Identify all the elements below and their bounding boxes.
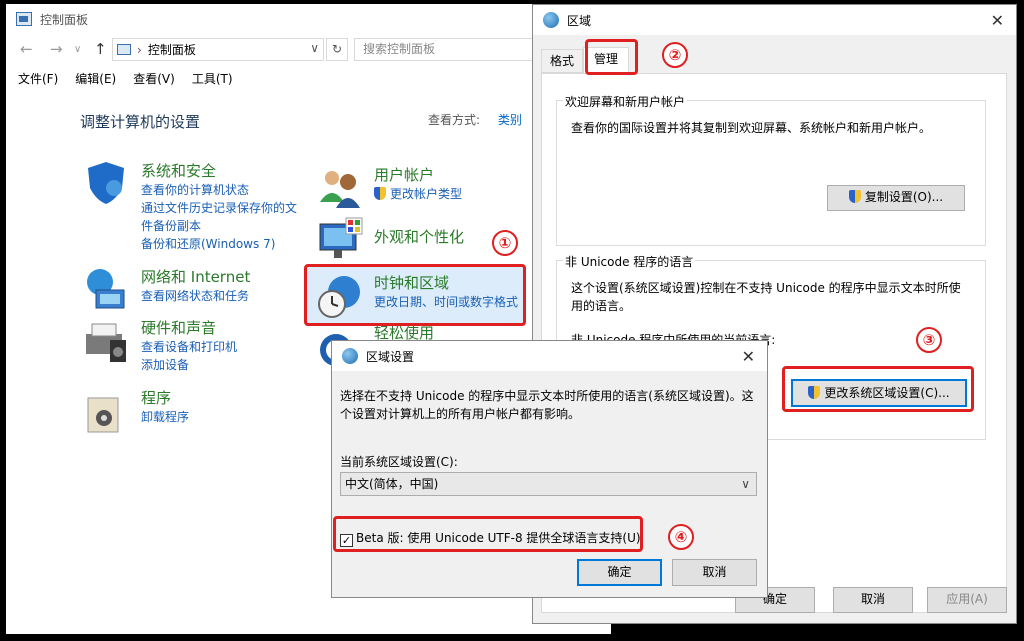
annotation-box-3	[782, 366, 974, 412]
annotation-number-4: ④	[668, 524, 694, 550]
link-add-device[interactable]: 添加设备	[141, 356, 237, 374]
address-bar: ← → ∨ ↑ › 控制面板 ∨ ↻ 搜索控制面板	[6, 36, 611, 64]
recent-dropdown-icon[interactable]: ∨	[74, 44, 81, 55]
menu-edit[interactable]: 编辑(E)	[75, 70, 116, 87]
shield-icon	[82, 158, 130, 206]
printer-icon	[82, 318, 130, 366]
view-by-dropdown[interactable]: 类别	[498, 113, 522, 127]
menu-file[interactable]: 文件(F)	[18, 70, 58, 87]
link-file-history-cont[interactable]: 件备份副本	[141, 217, 297, 235]
chevron-down-icon: ∨	[741, 477, 750, 491]
link-computer-status[interactable]: 查看你的计算机状态	[141, 181, 297, 199]
annotation-box-1	[304, 264, 526, 326]
category-appearance: 外观和个性化	[374, 226, 464, 247]
non-unicode-text: 这个设置(系统区域设置)控制在不支持 Unicode 的程序中显示文本时所使用的…	[571, 281, 961, 313]
control-panel-title: 控制面板	[40, 12, 89, 27]
annotation-box-4	[333, 516, 643, 552]
annotation-number-1: ①	[492, 230, 518, 256]
menu-bar: 文件(F) 编辑(E) 查看(V) 工具(T)	[18, 70, 233, 87]
region-apply-button[interactable]: 应用(A)	[927, 587, 1007, 613]
globe-icon	[342, 348, 358, 364]
link-network-status[interactable]: 查看网络状态和任务	[141, 287, 250, 305]
region-settings-title: 区域设置	[366, 349, 415, 364]
region-settings-ok-button[interactable]: 确定	[577, 559, 662, 586]
welcome-text: 查看你的国际设置并将其复制到欢迎屏幕、系统帐户和新用户帐户。	[571, 121, 932, 135]
region-settings-titlebar: 区域设置 ✕	[332, 341, 767, 371]
category-system-security: 系统和安全 查看你的计算机状态 通过文件历史记录保存你的文 件备份副本 备份和还…	[141, 160, 297, 253]
up-arrow-icon[interactable]: ↑	[94, 40, 107, 58]
link-devices-printers[interactable]: 查看设备和打印机	[141, 338, 237, 356]
current-locale-label: 当前系统区域设置(C):	[340, 455, 458, 469]
locale-select[interactable]: 中文(简体，中国) ∨	[340, 472, 757, 496]
users-icon	[316, 164, 364, 212]
appearance-icon	[316, 216, 364, 264]
close-icon[interactable]: ✕	[742, 347, 755, 366]
view-by-label: 查看方式:	[428, 113, 481, 127]
globe-icon	[543, 12, 559, 28]
refresh-icon[interactable]: ↻	[326, 38, 348, 61]
menu-view[interactable]: 查看(V)	[133, 70, 175, 87]
tab-formats[interactable]: 格式	[541, 49, 584, 73]
category-title[interactable]: 外观和个性化	[374, 226, 464, 247]
region-titlebar: 区域 ✕	[533, 5, 1016, 35]
category-programs: 程序 卸载程序	[141, 387, 189, 426]
link-change-account-type[interactable]: 更改帐户类型	[374, 185, 462, 203]
control-panel-titlebar: 控制面板	[6, 4, 611, 34]
page-title: 调整计算机的设置	[80, 113, 201, 131]
region-cancel-button[interactable]: 取消	[833, 587, 913, 613]
annotation-box-2	[585, 39, 638, 75]
category-title[interactable]: 程序	[141, 387, 189, 408]
category-title[interactable]: 系统和安全	[141, 160, 297, 181]
region-settings-dialog: 区域设置 ✕ 选择在不支持 Unicode 的程序中显示文本时所使用的语言(系统…	[331, 340, 768, 598]
category-network: 网络和 Internet 查看网络状态和任务	[141, 266, 250, 305]
forward-arrow-icon[interactable]: →	[50, 40, 63, 58]
menu-tools[interactable]: 工具(T)	[192, 70, 233, 87]
group-label: 欢迎屏幕和新用户帐户	[563, 93, 688, 110]
category-user-accounts: 用户帐户 更改帐户类型	[374, 164, 462, 203]
annotation-number-2: ②	[662, 42, 688, 68]
network-icon	[82, 266, 130, 314]
close-icon[interactable]: ✕	[991, 11, 1004, 30]
back-arrow-icon[interactable]: ←	[20, 40, 33, 58]
link-uninstall[interactable]: 卸载程序	[141, 408, 189, 426]
link-backup-restore[interactable]: 备份和还原(Windows 7)	[141, 235, 297, 253]
programs-icon	[82, 388, 130, 436]
view-by: 查看方式: 类别	[428, 111, 522, 128]
region-settings-cancel-button[interactable]: 取消	[672, 559, 757, 586]
control-panel-small-icon	[117, 44, 131, 55]
link-file-history[interactable]: 通过文件历史记录保存你的文	[141, 199, 297, 217]
control-panel-icon	[16, 12, 32, 26]
category-title[interactable]: 网络和 Internet	[141, 266, 250, 287]
region-title: 区域	[567, 13, 592, 28]
category-hardware-sound: 硬件和声音 查看设备和打印机 添加设备	[141, 317, 237, 374]
annotation-number-3: ③	[916, 327, 942, 353]
group-label: 非 Unicode 程序的语言	[563, 253, 696, 270]
copy-settings-button[interactable]: 复制设置(O)...	[827, 185, 965, 211]
locale-select-value: 中文(简体，中国)	[345, 477, 439, 491]
address-text: 控制面板	[147, 43, 196, 57]
chevron-down-icon[interactable]: ∨	[310, 41, 319, 55]
uac-shield-icon	[374, 187, 386, 200]
breadcrumb-separator-icon: ›	[137, 42, 142, 57]
category-title[interactable]: 硬件和声音	[141, 317, 237, 338]
uac-shield-icon	[848, 190, 861, 203]
region-settings-text: 选择在不支持 Unicode 的程序中显示文本时所使用的语言(系统区域设置)。这…	[340, 389, 754, 421]
address-box[interactable]: › 控制面板 ∨	[112, 38, 324, 61]
welcome-group: 欢迎屏幕和新用户帐户 查看你的国际设置并将其复制到欢迎屏幕、系统帐户和新用户帐户…	[556, 93, 986, 246]
category-title[interactable]: 用户帐户	[374, 164, 462, 185]
